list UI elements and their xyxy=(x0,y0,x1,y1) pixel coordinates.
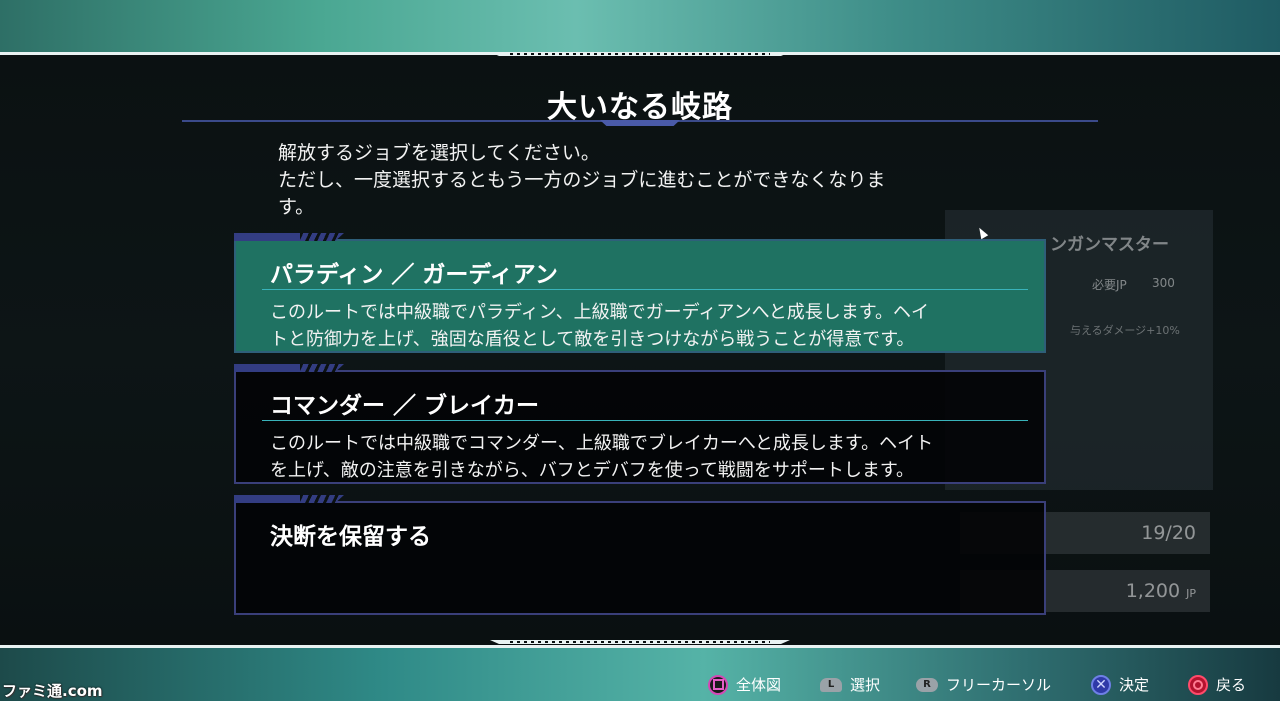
hint-select[interactable]: L 選択 xyxy=(820,674,880,695)
dialog-bottom-ornament xyxy=(490,636,790,648)
option-description: このルートでは中級職でコマンダー、上級職でブレイカーへと成長します。ヘイト を上… xyxy=(270,433,934,481)
background-job-title: ンガンマスター xyxy=(1050,235,1169,255)
dialog-description: 解放するジョブを選択してください。 ただし、一度選択するともう一方のジョブに進む… xyxy=(278,142,886,218)
hint-overview[interactable]: 全体図 xyxy=(708,674,781,695)
hint-free-cursor[interactable]: R フリーカーソル xyxy=(916,674,1051,695)
option-title: 決断を保留する xyxy=(270,524,431,550)
background-money-value: 1,200 JP xyxy=(1125,580,1196,602)
option-commander-breaker[interactable]: コマンダー ／ ブレイカー このルートでは中級職でコマンダー、上級職でブレイカー… xyxy=(234,364,1046,484)
option-tab xyxy=(234,233,344,241)
hint-label: 全体図 xyxy=(736,676,782,694)
cross-button-icon: ✕ xyxy=(1091,674,1111,695)
option-tab xyxy=(234,364,344,372)
dialog-top-ornament xyxy=(490,48,790,60)
hint-label: 選択 xyxy=(850,676,881,694)
l-stick-icon: L xyxy=(820,677,842,692)
hint-confirm[interactable]: ✕ 決定 xyxy=(1091,674,1149,695)
watermark-logo: ファミ通.com xyxy=(2,682,103,700)
hint-label: 戻る xyxy=(1216,676,1247,694)
hint-back[interactable]: 戻る xyxy=(1188,674,1246,695)
option-separator xyxy=(262,420,1028,421)
title-underline-accent xyxy=(600,120,680,126)
background-stat-value: 19/20 xyxy=(1141,522,1196,544)
option-tab xyxy=(234,495,344,503)
circle-button-icon xyxy=(1188,674,1208,695)
option-title: コマンダー ／ ブレイカー xyxy=(270,393,540,419)
hint-label: フリーカーソル xyxy=(946,676,1052,694)
option-title: パラディン ／ ガーディアン xyxy=(270,262,558,288)
option-paladin-guardian[interactable]: パラディン ／ ガーディアン このルートでは中級職でパラディン、上級職でガーディ… xyxy=(234,233,1046,353)
square-button-icon xyxy=(708,674,728,695)
option-postpone[interactable]: 決断を保留する xyxy=(234,495,1046,615)
option-description: このルートでは中級職でパラディン、上級職でガーディアンへと成長します。ヘイ トと… xyxy=(270,302,929,350)
background-jp-value: 300 xyxy=(1152,276,1175,290)
controller-hints-bar: ファミ通.com 全体図 L 選択 R フリーカーソル ✕ 決定 戻る xyxy=(0,668,1280,701)
option-separator xyxy=(262,289,1028,290)
hint-label: 決定 xyxy=(1119,676,1150,694)
background-effect-text: 与えるダメージ+10% xyxy=(1070,324,1180,337)
r-stick-icon: R xyxy=(916,677,938,692)
background-jp-label: 必要JP xyxy=(1092,278,1127,292)
